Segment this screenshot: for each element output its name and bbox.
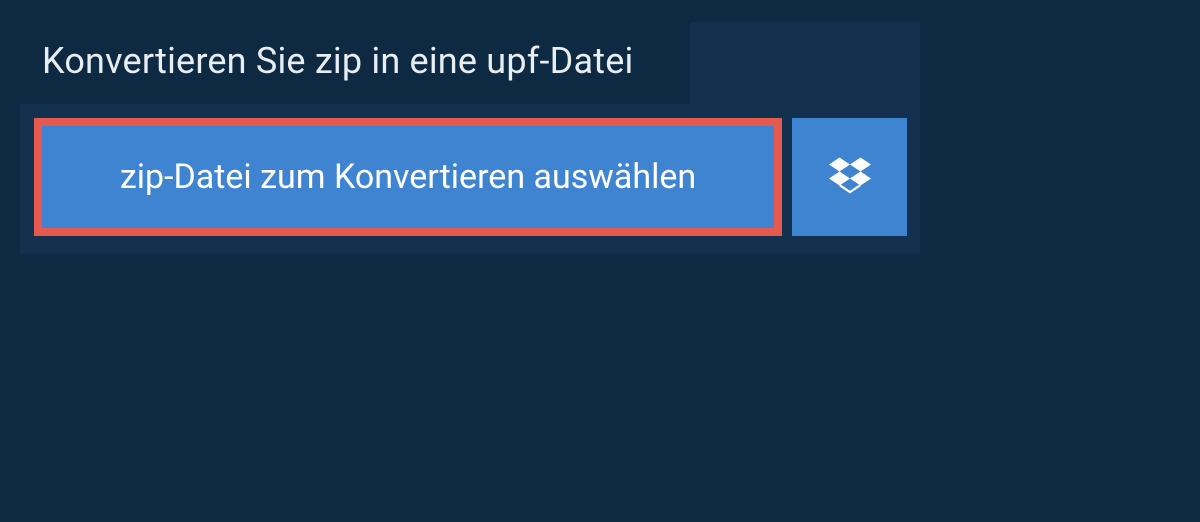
converter-panel: Konvertieren Sie zip in eine upf-Datei z… <box>20 22 920 254</box>
button-row: zip-Datei zum Konvertieren auswählen <box>20 104 920 254</box>
heading-bar: Konvertieren Sie zip in eine upf-Datei <box>20 22 690 104</box>
dropbox-button[interactable] <box>792 118 907 236</box>
dropbox-icon <box>829 154 871 200</box>
choose-file-label: zip-Datei zum Konvertieren auswählen <box>120 157 696 197</box>
page-title: Konvertieren Sie zip in eine upf-Datei <box>42 40 668 82</box>
choose-file-button[interactable]: zip-Datei zum Konvertieren auswählen <box>34 118 782 236</box>
